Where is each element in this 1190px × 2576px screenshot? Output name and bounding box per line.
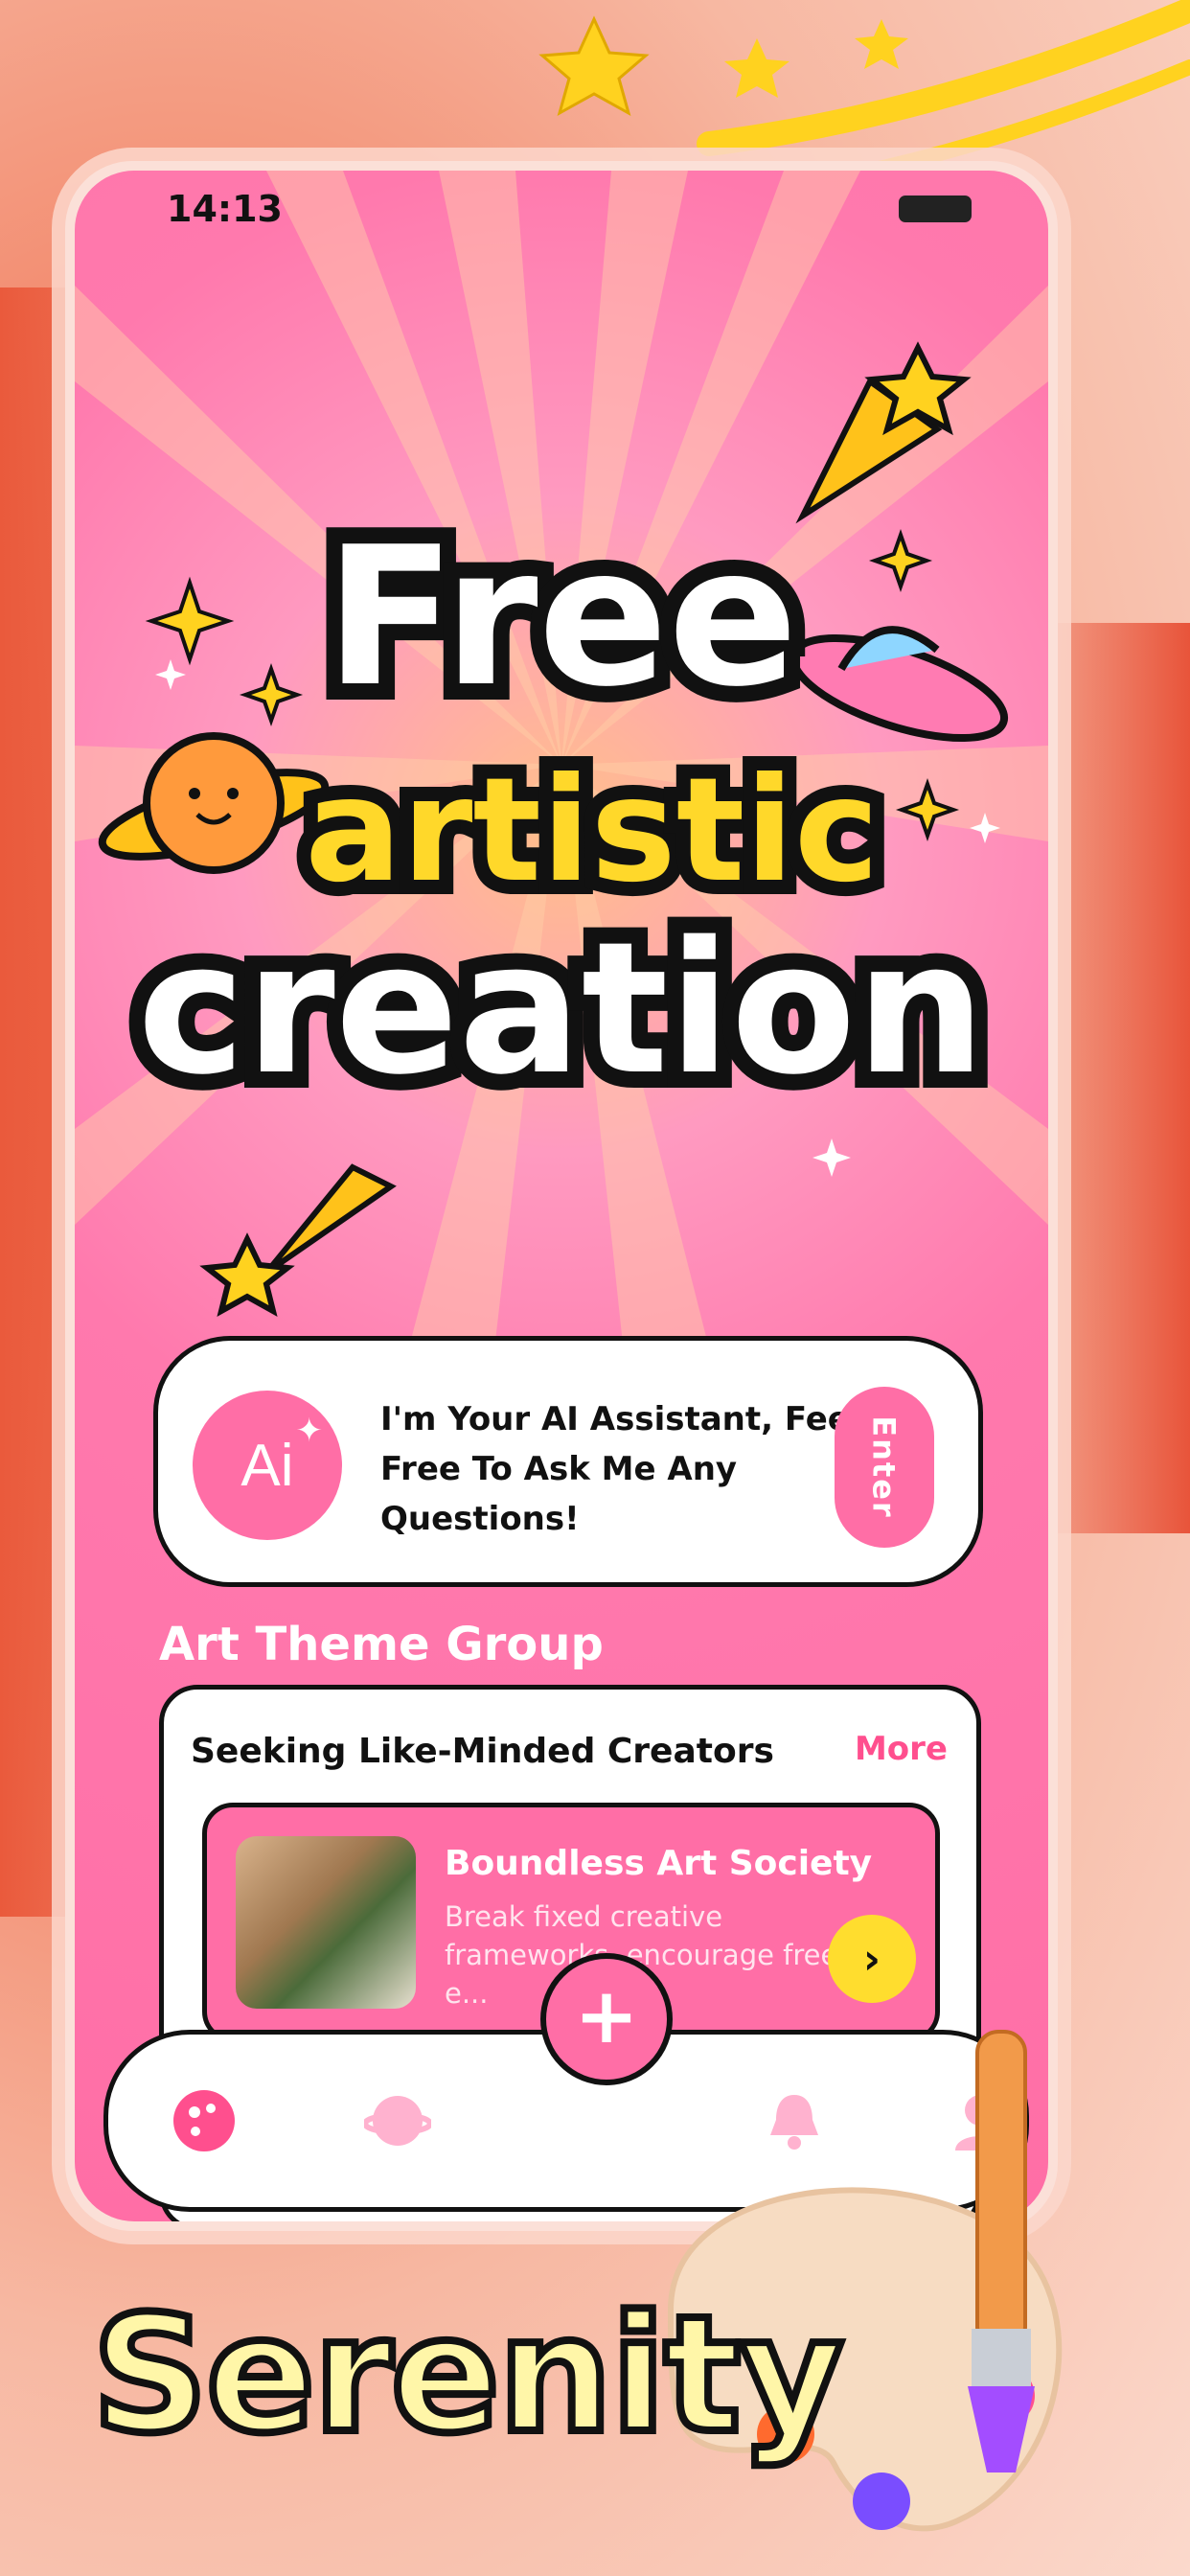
palette-icon — [173, 2090, 235, 2151]
shooting-star-icon — [795, 341, 972, 524]
chevron-right-icon[interactable]: › — [828, 1915, 916, 2003]
hero-word-artistic: artistic — [305, 748, 880, 914]
tab-home[interactable] — [166, 2082, 242, 2159]
more-link[interactable]: More — [855, 1730, 948, 1768]
group-item-title: Boundless Art Society — [445, 1844, 873, 1883]
group-heading: Seeking Like-Minded Creators — [191, 1732, 774, 1771]
phone-frame: 14:13 Free artistic creation Ai ✦ I'm Yo… — [65, 161, 1058, 2231]
hero-title-art: Free artistic creation — [98, 341, 1009, 1317]
shooting-star-icon — [199, 1163, 397, 1317]
ai-assistant-card[interactable]: Ai ✦ I'm Your AI Assistant, Feel Free To… — [153, 1336, 983, 1587]
ai-assistant-message: I'm Your AI Assistant, Feel Free To Ask … — [380, 1400, 861, 1538]
ai-avatar-icon: Ai ✦ — [193, 1391, 342, 1540]
hero-word-free: Free — [325, 506, 798, 729]
enter-button-label: Enter — [866, 1415, 904, 1519]
ai-badge-label: Ai — [240, 1432, 294, 1499]
planet-tab-icon — [364, 2096, 431, 2146]
ufo-icon — [789, 626, 1009, 743]
section-title: Art Theme Group — [159, 1618, 604, 1671]
tab-explore[interactable] — [359, 2082, 436, 2159]
group-thumbnail — [236, 1836, 416, 2009]
planet-icon — [98, 732, 330, 874]
enter-button[interactable]: Enter — [835, 1387, 934, 1548]
brand-name: Serenity — [88, 2277, 848, 2472]
hero-word-creation: creation — [137, 903, 985, 1115]
app-screen: 14:13 Free artistic creation Ai ✦ I'm Yo… — [75, 171, 1048, 2221]
sparkle-icon: ✦ — [295, 1413, 324, 1449]
